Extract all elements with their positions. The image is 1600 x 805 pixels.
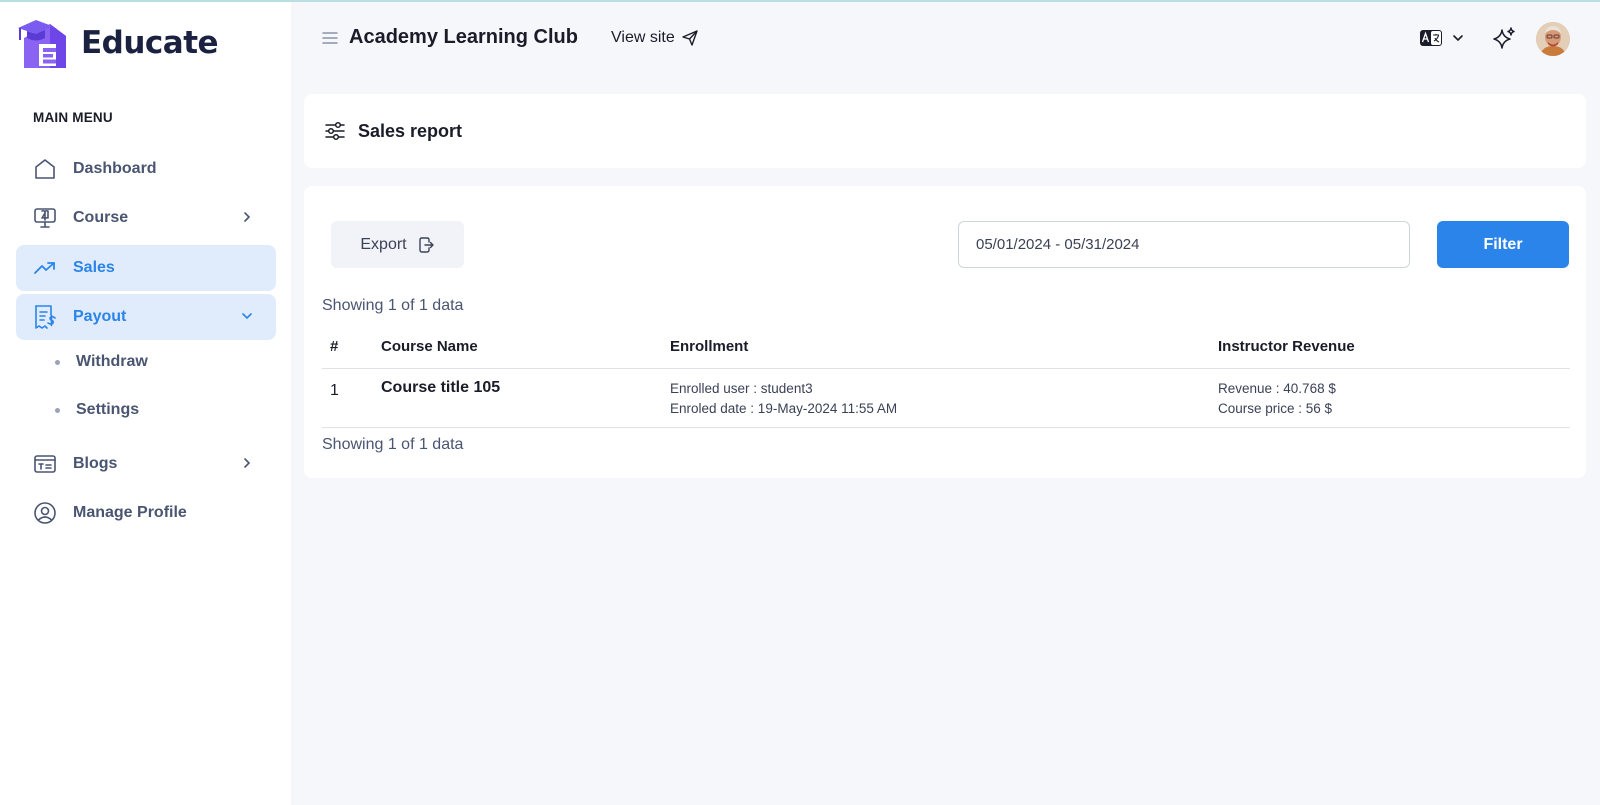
chevron-right-icon — [244, 458, 251, 468]
sidebar-item-dashboard[interactable]: Dashboard — [16, 146, 276, 192]
sidebar-subitem-label: Withdraw — [76, 353, 148, 370]
sidebar-item-label: Blogs — [73, 455, 118, 472]
home-icon — [32, 156, 58, 182]
sidebar-item-manage-profile[interactable]: Manage Profile — [16, 490, 276, 536]
chevron-right-icon — [244, 212, 251, 222]
bullet-dot — [55, 359, 60, 365]
enrollment-cell: Enrolled user : student3 Enroled date : … — [670, 368, 1218, 428]
column-header-course-name: Course Name — [381, 326, 670, 369]
sidebar-subitem-withdraw[interactable]: Withdraw — [55, 353, 148, 371]
brand[interactable]: Educate — [14, 14, 219, 72]
trending-up-icon — [32, 255, 58, 281]
course-name: Course title 105 — [381, 368, 670, 428]
sidebar-item-label: Course — [73, 209, 129, 226]
educate-logo-icon — [18, 20, 66, 68]
enrolled-user: Enrolled user : student3 — [670, 380, 813, 396]
menu-icon[interactable] — [321, 30, 339, 46]
sidebar: Educate MAIN MENU Dashboard Course Sales… — [0, 2, 291, 805]
avatar[interactable] — [1536, 22, 1570, 56]
table-row: 1 Course title 105 Enrolled user : stude… — [322, 368, 1570, 428]
sidebar-item-label: Dashboard — [73, 160, 157, 177]
sidebar-item-course[interactable]: Course — [16, 195, 276, 241]
language-switcher[interactable] — [1419, 28, 1465, 48]
article-icon — [32, 451, 58, 477]
chevron-down-icon — [1453, 35, 1463, 42]
sidebar-subitem-label: Settings — [76, 401, 140, 418]
showing-count-bottom: Showing 1 of 1 data — [322, 436, 464, 453]
showing-count-top: Showing 1 of 1 data — [322, 297, 464, 314]
chevron-down-icon — [242, 313, 252, 320]
brand-name: Educate — [81, 25, 219, 61]
translate-icon — [1420, 30, 1442, 46]
revenue-value: Revenue : 40.768 $ — [1218, 380, 1336, 396]
table-header-row: # Course Name Enrollment Instructor Reve… — [322, 326, 1570, 369]
main-content: Academy Learning Club View site Sales re… — [291, 2, 1600, 805]
date-range-input[interactable] — [958, 221, 1410, 268]
sales-table: # Course Name Enrollment Instructor Reve… — [322, 326, 1570, 428]
site-title: Academy Learning Club — [349, 26, 578, 48]
export-label: Export — [360, 235, 407, 253]
view-site-link[interactable]: View site — [611, 29, 699, 47]
view-site-label: View site — [611, 29, 675, 46]
sparkle-icon[interactable] — [1491, 26, 1517, 52]
sidebar-item-label: Payout — [73, 308, 127, 325]
column-header-instructor-revenue: Instructor Revenue — [1218, 326, 1570, 369]
course-price: Course price : 56 $ — [1218, 400, 1333, 416]
main-menu-title: MAIN MENU — [33, 110, 113, 125]
export-button[interactable]: Export — [331, 221, 464, 268]
sidebar-subitem-settings[interactable]: Settings — [55, 401, 139, 419]
sidebar-item-blogs[interactable]: Blogs — [16, 441, 276, 487]
column-header-enrollment: Enrollment — [670, 326, 1218, 369]
sidebar-item-label: Manage Profile — [73, 504, 187, 521]
bullet-dot — [55, 407, 60, 413]
filter-button[interactable]: Filter — [1437, 221, 1569, 268]
sales-report-card: Export Filter Showing 1 of 1 data # Cour… — [304, 186, 1586, 478]
revenue-cell: Revenue : 40.768 $ Course price : 56 $ — [1218, 368, 1570, 428]
send-icon — [682, 30, 698, 46]
sliders-icon — [325, 121, 345, 141]
user-circle-icon — [32, 500, 58, 526]
sidebar-item-sales[interactable]: Sales — [16, 245, 276, 291]
monitor-icon — [32, 205, 58, 231]
page-title: Sales report — [358, 120, 463, 141]
avatar-image — [1536, 22, 1570, 56]
sales-report-header: Sales report — [304, 94, 1586, 168]
row-number: 1 — [322, 368, 381, 428]
receipt-dollar-icon — [32, 304, 58, 330]
sidebar-item-payout[interactable]: Payout — [16, 294, 276, 340]
column-header-number: # — [322, 326, 381, 369]
export-file-icon — [418, 236, 434, 253]
enrolled-date: Enroled date : 19-May-2024 11:55 AM — [670, 400, 898, 416]
sidebar-item-label: Sales — [73, 259, 115, 276]
